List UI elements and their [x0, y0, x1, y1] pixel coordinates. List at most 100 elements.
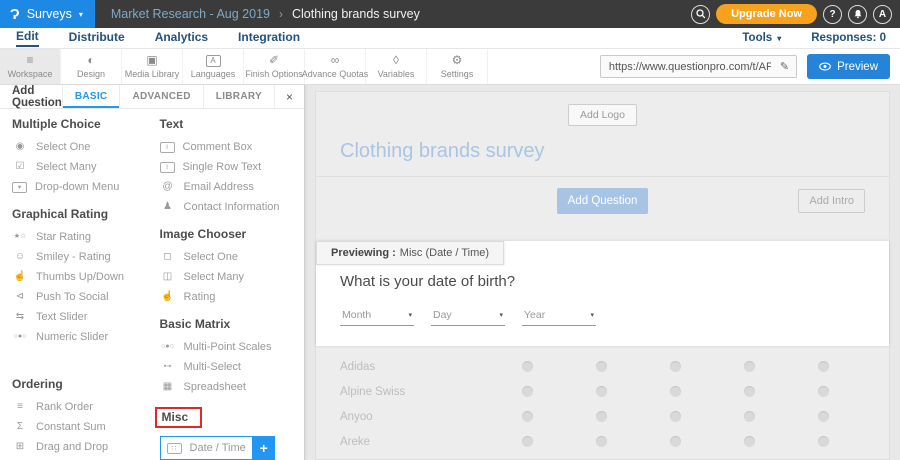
question-type-drop-down-menu[interactable]: ▾Drop-down Menu	[12, 177, 148, 197]
question-type-label: Select One	[184, 251, 238, 263]
question-type-label: Smiley - Rating	[36, 251, 111, 263]
section-header-misc: Misc	[155, 407, 203, 428]
matrix-row-label: Areke	[340, 436, 490, 448]
question-type-comment-box[interactable]: IComment Box	[160, 137, 304, 157]
question-type-select-many[interactable]: ☑Select Many	[12, 157, 148, 177]
variables-label: Variables	[378, 69, 415, 79]
title-block: Clothing brands survey	[316, 140, 889, 177]
question-type-multi-point-scales[interactable]: ○●○Multi-Point Scales	[160, 337, 304, 357]
question-type-push-to-social[interactable]: ⊲Push To Social	[12, 287, 148, 307]
breadcrumb-separator-icon: ›	[279, 7, 283, 21]
survey-url-input[interactable]	[601, 61, 773, 73]
toolbar-finish-options[interactable]: ✐Finish Options	[244, 49, 305, 84]
question-type-multi-select[interactable]: ▪▫▪Multi-Select	[160, 357, 304, 377]
question-type-select-one[interactable]: ◉Select One	[12, 137, 148, 157]
add-question-button[interactable]: Add Question	[557, 188, 649, 214]
question-type-label: Single Row Text	[183, 161, 262, 173]
tab-analytics[interactable]: Analytics	[155, 30, 208, 46]
smiley-icon: ☺	[12, 251, 28, 263]
survey-canvas: Add Logo Clothing brands survey Add Ques…	[305, 85, 900, 460]
notifications-button[interactable]	[848, 5, 867, 24]
question-type-rank-order[interactable]: ≡Rank Order	[12, 397, 148, 417]
multi-point-icon: ○●○	[160, 341, 176, 353]
question-type-contact-information[interactable]: ♟Contact Information	[160, 197, 304, 217]
question-type-star-rating[interactable]: ★☆Star Rating	[12, 227, 148, 247]
matrix-cell	[712, 386, 786, 397]
questionpro-app: Ɂ Surveys ▾ Market Research - Aug 2019 ›…	[0, 0, 900, 460]
toolbar-settings[interactable]: ⚙Settings	[427, 49, 488, 84]
question-type-numeric-slider[interactable]: ○●○Numeric Slider	[12, 327, 148, 347]
toolbar-languages[interactable]: ALanguages	[183, 49, 244, 84]
question-type-label: Date / Time	[190, 442, 246, 454]
topbar-actions: Upgrade Now ? A	[691, 4, 900, 24]
previewing-label: Previewing :	[331, 247, 396, 259]
edit-toolbar: ≡Workspace◐Design▣Media LibraryALanguage…	[0, 49, 900, 85]
design-label: Design	[77, 69, 105, 79]
tab-integration[interactable]: Integration	[238, 30, 300, 46]
tab-library[interactable]: LIBRARY	[203, 85, 274, 108]
date-select-day[interactable]: Day▾	[431, 307, 505, 326]
question-type-email-address[interactable]: @Email Address	[160, 177, 304, 197]
date-select-year[interactable]: Year▾	[522, 307, 596, 326]
section-graphical-rating: Graphical Rating★☆Star Rating☺Smiley - R…	[12, 207, 148, 347]
toolbar-design[interactable]: ◐Design	[61, 49, 122, 84]
question-type-spreadsheet[interactable]: ▦Spreadsheet	[160, 377, 304, 397]
question-type-text-slider[interactable]: ⇆Text Slider	[12, 307, 148, 327]
question-type-label: Comment Box	[183, 141, 253, 153]
matrix-cell	[786, 386, 860, 397]
radio-button	[744, 436, 755, 447]
close-panel-button[interactable]: ×	[274, 85, 304, 108]
tab-basic[interactable]: BASIC	[62, 85, 120, 108]
edit-url-icon[interactable]: ✎	[773, 60, 796, 73]
add-intro-button[interactable]: Add Intro	[798, 189, 865, 213]
question-type-drag-and-drop[interactable]: ⊞Drag and Drop	[12, 437, 148, 457]
surveys-product-menu[interactable]: Ɂ Surveys ▾	[0, 0, 95, 28]
search-button[interactable]	[691, 5, 710, 24]
star-rating-icon: ★☆	[12, 231, 28, 243]
avatar[interactable]: A	[873, 5, 892, 24]
question-type-label: Rating	[184, 291, 216, 303]
question-type-rating[interactable]: ☝ Rating	[160, 287, 304, 307]
question-type-smiley-rating[interactable]: ☺ Smiley - Rating	[12, 247, 148, 267]
add-date-time-button[interactable]: +	[253, 436, 275, 460]
question-type-single-row-text[interactable]: ISingle Row Text	[160, 157, 304, 177]
question-text: What is your date of birth?	[340, 273, 865, 290]
responses-count[interactable]: Responses: 0	[811, 32, 886, 44]
breadcrumb: Market Research - Aug 2019 › Clothing br…	[111, 7, 420, 21]
toolbar-media-library[interactable]: ▣Media Library	[122, 49, 183, 84]
question-type-label: Select Many	[36, 161, 97, 173]
calendar-icon: ∷	[167, 443, 182, 454]
help-button[interactable]: ?	[823, 5, 842, 24]
matrix-row: Areke	[340, 429, 865, 454]
section-image-chooser: Image Chooser◻Select One◫Select Many☝Rat…	[160, 227, 304, 307]
image-rating-icon: ☝	[160, 291, 176, 303]
toolbar-workspace[interactable]: ≡Workspace	[0, 49, 61, 84]
workspace-label: Workspace	[8, 69, 53, 79]
question-type-date-time[interactable]: ∷ Date / Time	[160, 436, 253, 460]
tab-edit[interactable]: Edit	[16, 29, 39, 47]
toolbar-advance-quotas[interactable]: ∞Advance Quotas	[305, 49, 366, 84]
date-select-month[interactable]: Month▾	[340, 307, 414, 326]
thumbs-icon: ☝	[12, 271, 28, 283]
preview-button[interactable]: Preview	[807, 54, 890, 79]
tab-advanced[interactable]: ADVANCED	[119, 85, 202, 108]
breadcrumb-folder-link[interactable]: Market Research - Aug 2019	[111, 7, 270, 21]
question-type-select-one[interactable]: ◻Select One	[160, 247, 304, 267]
survey-title[interactable]: Clothing brands survey	[340, 140, 865, 163]
tab-distribute[interactable]: Distribute	[69, 30, 125, 46]
radio-button	[522, 386, 533, 397]
question-type-thumbs-up-down[interactable]: ☝Thumbs Up/Down	[12, 267, 148, 287]
chevron-down-icon: ▾	[79, 10, 83, 19]
toolbar-variables[interactable]: ◊Variables	[366, 49, 427, 84]
toolbar-items: ≡Workspace◐Design▣Media LibraryALanguage…	[0, 49, 488, 84]
add-logo-button[interactable]: Add Logo	[568, 104, 637, 126]
radio-button	[522, 436, 533, 447]
question-type-constant-sum[interactable]: ΣConstant Sum	[12, 417, 148, 437]
radio-button	[670, 436, 681, 447]
matrix-row: Balega	[340, 454, 865, 460]
matrix-cell	[564, 361, 638, 372]
tools-menu[interactable]: Tools ▾	[742, 32, 781, 44]
upgrade-now-button[interactable]: Upgrade Now	[716, 4, 817, 24]
question-type-select-many[interactable]: ◫Select Many	[160, 267, 304, 287]
email-icon: @	[160, 181, 176, 193]
